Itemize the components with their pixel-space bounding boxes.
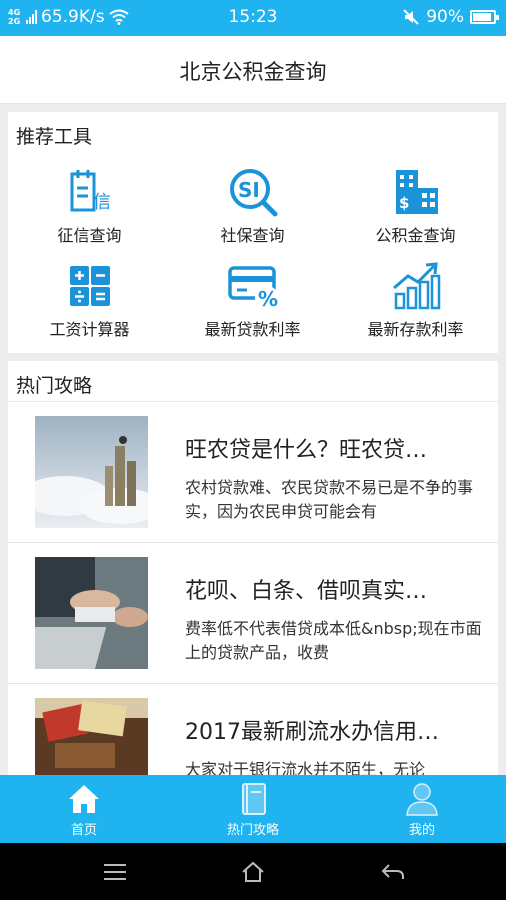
article-desc: 大家对于银行流水并不陌生，无论 — [185, 760, 426, 775]
tool-loan-rate[interactable]: % 最新贷款利率 — [171, 260, 334, 340]
article-title: 旺农贷是什么？旺农贷… — [185, 438, 428, 463]
social-security-search-icon: SI — [229, 169, 277, 217]
mute-icon — [403, 9, 419, 25]
home-nav-icon[interactable] — [240, 861, 266, 883]
article-desc: 农村贷款难、农民贷款不易已是不争的事实，因为农民申贷可能会有 — [185, 478, 474, 521]
svg-text:SI: SI — [238, 178, 260, 202]
status-right: 90% — [402, 7, 499, 27]
credit-report-icon: 信 — [70, 170, 111, 213]
tool-label: 征信查询 — [57, 226, 122, 245]
menu-icon[interactable] — [102, 861, 128, 883]
tool-label: 社保查询 — [220, 226, 285, 245]
tool-deposit-rate[interactable]: 最新存款利率 — [334, 260, 497, 340]
tools-section-title: 推荐工具 — [16, 126, 93, 148]
article-thumbnail — [35, 416, 148, 528]
recommended-tools-section: 推荐工具 信 征信查询 SI 社保查询 $ 公积金查询 工资计算器 % 最新贷款… — [8, 112, 498, 353]
home-icon — [69, 785, 99, 813]
battery-icon — [470, 10, 499, 24]
tool-social-security[interactable]: SI 社保查询 — [171, 166, 334, 246]
battery-fill — [473, 13, 491, 21]
article-title: 2017最新刷流水办信用… — [185, 720, 439, 745]
status-bar: 4G 2G 65.9K/s 15:23 90% — [0, 0, 506, 36]
article-item[interactable]: 花呗、白条、借呗真实… 费率低不代表借贷成本低&nbsp;现在市面上的贷款产品，… — [8, 543, 498, 684]
tool-credit-report[interactable]: 信 征信查询 — [8, 166, 171, 246]
article-item[interactable]: 旺农贷是什么？旺农贷… 农村贷款难、农民贷款不易已是不争的事实，因为农民申贷可能… — [8, 402, 498, 543]
tab-mine[interactable]: 我的 — [338, 781, 506, 838]
tab-home[interactable]: 首页 — [0, 781, 168, 838]
tab-label: 热门攻略 — [226, 823, 279, 838]
loan-rate-card-icon: % — [227, 266, 279, 311]
tab-hot-guides[interactable]: 热门攻略 — [169, 781, 337, 838]
tab-label: 我的 — [408, 823, 435, 838]
svg-text:%: % — [258, 287, 278, 311]
hot-guides-section: 热门攻略 旺农贷是什么？旺农贷… 农村贷款难、农民贷款不易已是不争的事实，因为农… — [8, 361, 498, 775]
article-item[interactable]: 2017最新刷流水办信用… 大家对于银行流水并不陌生，无论 — [8, 684, 498, 775]
tool-label: 工资计算器 — [49, 320, 130, 339]
tool-salary-calculator[interactable]: 工资计算器 — [8, 260, 171, 340]
battery-percent: 90% — [426, 7, 464, 27]
user-icon — [406, 783, 438, 816]
svg-text:信: 信 — [93, 192, 111, 213]
article-desc: 费率低不代表借贷成本低&nbsp;现在市面上的贷款产品，收费 — [185, 619, 482, 662]
tool-label: 最新存款利率 — [367, 320, 464, 339]
article-title: 花呗、白条、借呗真实… — [185, 579, 428, 604]
article-thumbnail — [35, 557, 148, 669]
calculator-icon — [69, 266, 110, 306]
tool-housing-fund[interactable]: $ 公积金查询 — [334, 166, 497, 246]
tool-label: 最新贷款利率 — [204, 320, 301, 339]
tool-label: 公积金查询 — [375, 226, 456, 245]
page-title: 北京公积金查询 — [179, 60, 327, 84]
svg-text:$: $ — [399, 194, 409, 212]
hot-section-title: 热门攻略 — [16, 375, 93, 397]
system-nav-bar — [0, 843, 506, 900]
book-icon — [242, 783, 266, 815]
tab-label: 首页 — [70, 823, 97, 838]
deposit-rate-chart-icon — [392, 262, 440, 310]
housing-fund-building-icon: $ — [395, 170, 438, 214]
back-icon[interactable] — [380, 861, 406, 883]
article-thumbnail — [35, 698, 148, 775]
title-bar: 北京公积金查询 — [0, 36, 506, 104]
bottom-tab-bar: 首页 热门攻略 我的 — [0, 775, 506, 843]
